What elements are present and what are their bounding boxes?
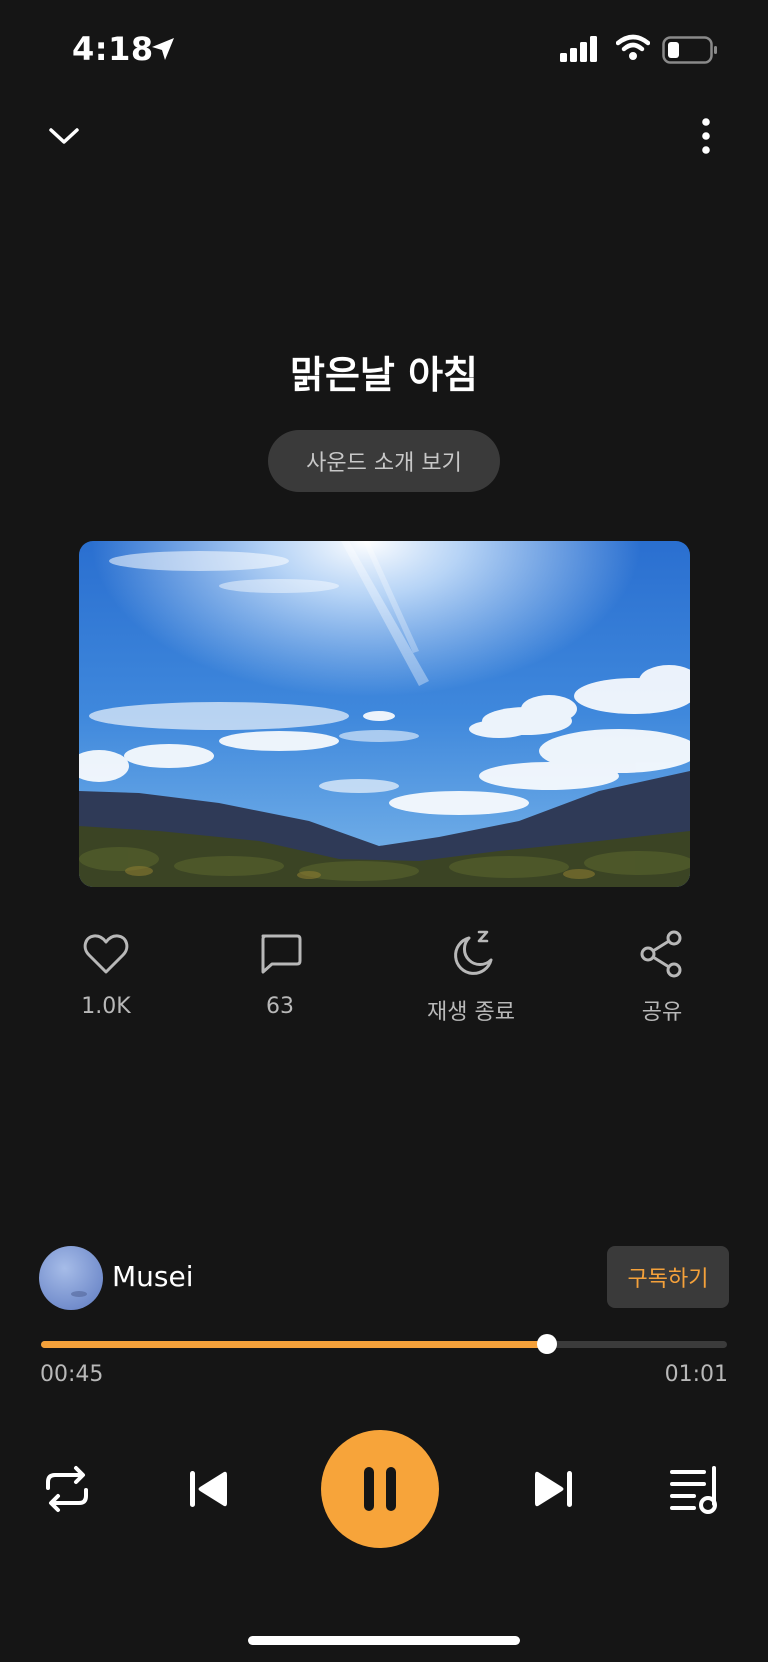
collapse-player-button[interactable] [44,116,84,156]
moon-sleep-icon [445,928,497,980]
playlist-button[interactable] [668,1462,724,1518]
status-time: 4:18 [72,30,154,68]
more-vertical-icon [702,118,710,154]
playlist-icon [670,1466,717,1514]
comment-icon [254,928,306,980]
progress-slider[interactable] [41,1334,727,1354]
previous-track-button[interactable] [184,1464,234,1514]
comment-button[interactable]: 63 [200,928,360,1019]
share-icon [636,928,688,980]
pause-button[interactable] [321,1430,439,1548]
elapsed-time: 00:45 [40,1362,104,1387]
progress-fill [41,1341,548,1348]
battery-icon [662,36,718,64]
comment-count: 63 [266,994,294,1019]
track-artwork [79,541,690,887]
cellular-signal-icon [560,36,600,62]
like-button[interactable]: 1.0K [26,928,186,1019]
chevron-down-icon [49,128,79,144]
pause-icon [364,1467,396,1511]
sleep-timer-button[interactable]: 재생 종료 [391,928,551,1026]
share-label: 공유 [641,1000,683,1025]
wifi-icon [616,34,650,62]
creator-avatar[interactable] [39,1246,103,1310]
total-time: 01:01 [664,1362,728,1387]
repeat-icon [46,1466,88,1512]
share-button[interactable]: 공유 [582,928,742,1026]
track-title: 맑은날 아침 [289,353,479,397]
sound-intro-button[interactable]: 사운드 소개 보기 [268,430,500,492]
repeat-button[interactable] [40,1462,94,1516]
next-track-button[interactable] [528,1464,578,1514]
skip-previous-icon [190,1471,227,1507]
sleep-timer-label: 재생 종료 [427,1000,515,1025]
like-count: 1.0K [81,994,131,1019]
location-arrow-icon [150,36,176,62]
progress-thumb[interactable] [537,1334,558,1354]
home-indicator [248,1636,520,1645]
heart-icon [80,928,132,980]
subscribe-button[interactable]: 구독하기 [607,1246,729,1308]
more-options-button[interactable] [688,112,724,160]
skip-next-icon [535,1471,572,1507]
creator-name[interactable]: Musei [112,1260,194,1293]
